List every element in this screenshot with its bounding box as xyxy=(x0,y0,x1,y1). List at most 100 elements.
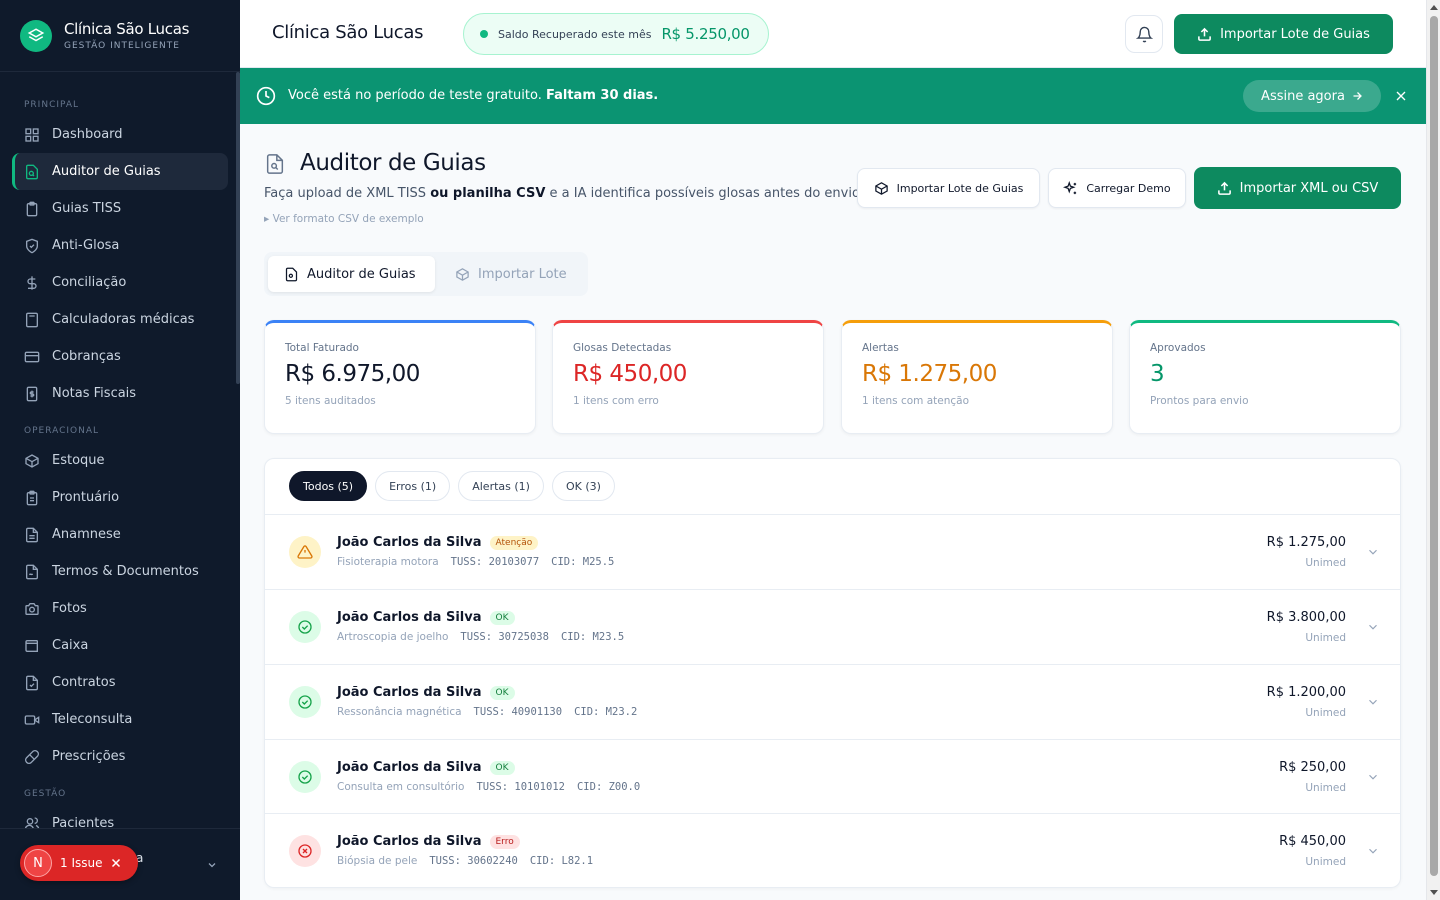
receipt-icon xyxy=(26,386,38,401)
guide-row[interactable]: João Carlos da Silva OK Consulta em cons… xyxy=(265,739,1400,814)
issue-badge[interactable]: N 1 Issue xyxy=(20,845,138,881)
sidebar-item-label: Cobranças xyxy=(52,349,121,364)
clipboard-list-icon xyxy=(26,490,38,505)
sidebar-item-termos[interactable]: Termos & Documentos xyxy=(12,553,228,590)
import-xml-csv-label: Importar XML ou CSV xyxy=(1239,180,1379,196)
notifications-button[interactable] xyxy=(1125,15,1163,53)
package-icon xyxy=(25,453,39,468)
sidebar-nav: PRINCIPAL Dashboard Auditor de Guias Gui… xyxy=(0,72,240,828)
chevron-down-icon[interactable] xyxy=(1366,770,1380,784)
sidebar: Clínica São Lucas GESTÃO INTELIGENTE PRI… xyxy=(0,0,240,900)
cid-code: CID: Z00.0 xyxy=(576,781,641,793)
row-payer: Unimed xyxy=(1305,707,1346,719)
row-meta: Biópsia de pele TUSS: 30602240 CID: L82.… xyxy=(337,855,593,867)
row-amount: R$ 3.800,00 xyxy=(1266,610,1346,625)
file-signature-icon xyxy=(26,564,38,579)
scroll-up-arrow[interactable] xyxy=(1430,5,1438,10)
sidebar-item-teleconsulta[interactable]: Teleconsulta xyxy=(12,701,228,738)
clock-icon xyxy=(256,86,276,106)
guides-list-panel: Todos (5) Erros (1) Alertas (1) OK (3) J… xyxy=(264,458,1401,888)
close-icon[interactable] xyxy=(110,857,122,869)
stat-card-aprovados: Aprovados 3 Prontos para envio xyxy=(1129,320,1401,434)
filter-alerts[interactable]: Alertas (1) xyxy=(458,471,544,501)
credit-card-icon xyxy=(24,351,40,362)
saldo-label: Saldo Recuperado este mês xyxy=(498,27,652,41)
page-scrollbar[interactable] xyxy=(1426,0,1440,900)
import-batch-button[interactable]: Importar Lote de Guias xyxy=(857,168,1040,208)
stat-value: R$ 450,00 xyxy=(573,361,687,387)
tuss-code: TUSS: 20103077 xyxy=(450,556,540,568)
import-batch-header-button[interactable]: Importar Lote de Guias xyxy=(1174,14,1393,54)
row-payer: Unimed xyxy=(1305,557,1346,569)
close-icon[interactable] xyxy=(1393,88,1409,104)
brand[interactable]: Clínica São Lucas GESTÃO INTELIGENTE xyxy=(0,0,240,72)
check-circle-icon xyxy=(289,686,321,718)
chevron-down-icon[interactable] xyxy=(1366,844,1380,858)
sidebar-item-fotos[interactable]: Fotos xyxy=(12,590,228,627)
filter-errors[interactable]: Erros (1) xyxy=(375,471,451,501)
guide-row[interactable]: João Carlos da Silva OK Artroscopia de j… xyxy=(265,589,1400,664)
sidebar-item-caixa[interactable]: Caixa xyxy=(12,627,228,664)
chevron-down-icon[interactable] xyxy=(1366,695,1380,709)
issue-label: 1 Issue xyxy=(60,856,103,870)
sidebar-item-contratos[interactable]: Contratos xyxy=(12,664,228,701)
sidebar-item-prontuario[interactable]: Prontuário xyxy=(12,479,228,516)
sidebar-item-label: Conciliação xyxy=(52,275,127,290)
stat-value: R$ 1.275,00 xyxy=(862,361,997,387)
tab-label: Auditor de Guias xyxy=(307,266,416,282)
scroll-down-arrow[interactable] xyxy=(1430,890,1438,895)
sidebar-item-estoque[interactable]: Estoque xyxy=(12,442,228,479)
grid-icon xyxy=(25,127,39,142)
sidebar-item-auditor[interactable]: Auditor de Guias xyxy=(12,153,228,190)
sidebar-item-conciliacao[interactable]: Conciliação xyxy=(12,264,228,301)
users-icon xyxy=(24,816,40,828)
tab-importar-lote[interactable]: Importar Lote xyxy=(439,256,583,292)
sidebar-item-guias-tiss[interactable]: Guias TISS xyxy=(12,190,228,227)
guide-row[interactable]: João Carlos da Silva OK Ressonância magn… xyxy=(265,664,1400,739)
chevron-down-icon[interactable] xyxy=(1366,545,1380,559)
page-title: Auditor de Guias xyxy=(300,150,486,176)
camera-icon xyxy=(25,602,39,615)
saldo-pill: Saldo Recuperado este mês R$ 5.250,00 xyxy=(463,13,769,55)
sidebar-item-pacientes[interactable]: Pacientes xyxy=(12,805,228,828)
file-search-icon xyxy=(26,164,38,179)
sidebar-item-label: Contratos xyxy=(52,675,116,690)
sidebar-item-label: Estoque xyxy=(52,453,105,468)
chevron-down-icon[interactable] xyxy=(1366,620,1380,634)
csv-example-toggle[interactable]: ▸ Ver formato CSV de exemplo xyxy=(264,213,424,225)
patient-name-wrap: João Carlos da Silva OK xyxy=(337,760,515,775)
chevron-down-icon[interactable] xyxy=(206,859,218,871)
sidebar-item-label: Caixa xyxy=(52,638,89,653)
stat-sub: 1 itens com erro xyxy=(573,395,659,407)
subscribe-button[interactable]: Assine agora xyxy=(1243,80,1381,112)
tuss-code: TUSS: 30602240 xyxy=(429,855,518,867)
sidebar-item-dashboard[interactable]: Dashboard xyxy=(12,116,228,153)
sidebar-item-calculadoras[interactable]: Calculadoras médicas xyxy=(12,301,228,338)
row-amount: R$ 1.275,00 xyxy=(1266,535,1346,550)
file-contract-icon xyxy=(26,675,38,690)
nav-section-principal: PRINCIPAL xyxy=(24,100,80,110)
load-demo-button[interactable]: Carregar Demo xyxy=(1048,168,1186,208)
package-icon xyxy=(874,181,888,195)
filter-ok[interactable]: OK (3) xyxy=(551,471,615,501)
filter-all[interactable]: Todos (5) xyxy=(289,471,368,501)
procedure: Ressonância magnética xyxy=(337,706,462,718)
issue-avatar: N xyxy=(24,849,52,877)
video-icon xyxy=(24,714,40,725)
procedure: Consulta em consultório xyxy=(337,781,465,793)
sidebar-item-label: Guias TISS xyxy=(52,201,122,216)
import-xml-csv-button[interactable]: Importar XML ou CSV xyxy=(1194,167,1401,209)
guide-row[interactable]: João Carlos da Silva Erro Biópsia de pel… xyxy=(265,813,1400,887)
guide-row[interactable]: João Carlos da Silva Atenção Fisioterapi… xyxy=(265,514,1400,589)
tab-auditor[interactable]: Auditor de Guias xyxy=(268,256,435,292)
sidebar-item-anamnese[interactable]: Anamnese xyxy=(12,516,228,553)
stat-card-glosas: Glosas Detectadas R$ 450,00 1 itens com … xyxy=(552,320,824,434)
scroll-thumb[interactable] xyxy=(1430,16,1438,876)
sidebar-item-notas-fiscais[interactable]: Notas Fiscais xyxy=(12,375,228,412)
sidebar-item-cobrancas[interactable]: Cobranças xyxy=(12,338,228,375)
sidebar-footer[interactable]: a N 1 Issue xyxy=(0,828,240,900)
sidebar-item-anti-glosa[interactable]: Anti-Glosa xyxy=(12,227,228,264)
cid-code: CID: L82.1 xyxy=(529,855,594,867)
sidebar-item-label: Termos & Documentos xyxy=(52,564,199,579)
sidebar-item-prescricoes[interactable]: Prescrições xyxy=(12,738,228,775)
